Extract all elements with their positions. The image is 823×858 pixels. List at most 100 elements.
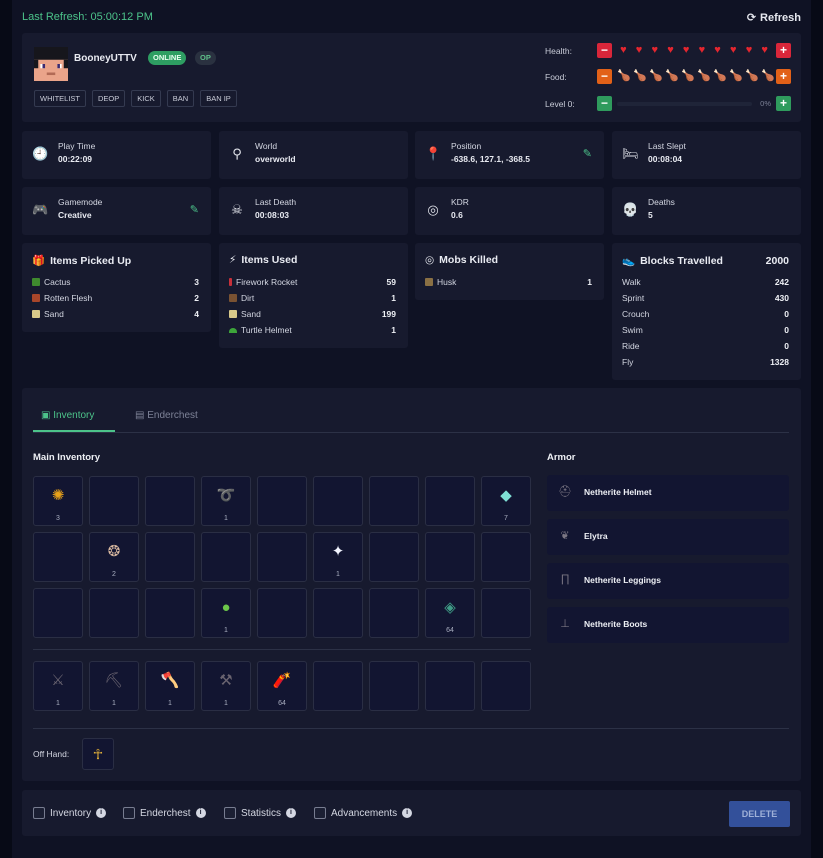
item-count: 1 [112, 700, 116, 707]
inventory-slot[interactable] [145, 532, 195, 582]
heart-icon: ♥ [620, 44, 627, 56]
xp-percent: 0% [760, 99, 771, 108]
world-card: ⚲ World overworld [219, 131, 408, 179]
nether-star-icon: ✦ [331, 543, 345, 560]
inventory-slot[interactable] [145, 476, 195, 526]
deop-button[interactable]: DEOP [92, 90, 126, 107]
item-name: Sand [241, 309, 261, 319]
item-count: 2 [194, 293, 199, 303]
level-decrease-button[interactable]: − [597, 96, 612, 111]
inventory-slot[interactable] [257, 532, 307, 582]
last-refresh-text: Last Refresh: 05:00:12 PM [22, 11, 153, 23]
player-actions: WHITELIST DEOP KICK BAN BAN IP [34, 90, 237, 107]
tab-enderchest[interactable]: ▤ Enderchest [127, 400, 206, 432]
blocks-travelled-card: 👟 Blocks Travelled 2000 Walk 242 Sprint 430… [612, 243, 801, 380]
inventory-slot[interactable]: ● 1 [201, 588, 251, 638]
delete-enderchest-checkbox[interactable]: Enderchest i [123, 807, 206, 819]
inventory-slot[interactable] [257, 588, 307, 638]
delete-button[interactable]: DELETE [729, 801, 790, 827]
food-increase-button[interactable]: + [776, 69, 791, 84]
inventory-slot[interactable]: ✦ 1 [313, 532, 363, 582]
hotbar-slot[interactable] [425, 661, 475, 711]
inventory-slot[interactable] [257, 476, 307, 526]
drumstick-icon: 🍗 [713, 70, 727, 82]
inventory-slot[interactable] [369, 476, 419, 526]
hotbar-slot[interactable] [481, 661, 531, 711]
inventory-slot[interactable]: ◈ 64 [425, 588, 475, 638]
armor-slot[interactable]: ❦ Elytra [547, 519, 789, 555]
inventory-slot[interactable] [89, 588, 139, 638]
ban-ip-button[interactable]: BAN IP [200, 90, 237, 107]
info-icon[interactable]: i [96, 808, 107, 818]
delete-advancements-checkbox[interactable]: Advancements i [314, 807, 413, 819]
armor-slot[interactable]: ⛑ Netherite Helmet [547, 475, 789, 511]
whitelist-button[interactable]: WHITELIST [34, 90, 87, 107]
map-pin-icon: 📍 [425, 146, 442, 161]
inventory-slot[interactable] [33, 532, 83, 582]
hotbar-slot[interactable]: ⚒ 1 [201, 661, 251, 711]
inventory-slot[interactable] [89, 476, 139, 526]
armor-slot[interactable]: ⊥ Netherite Boots [547, 607, 789, 643]
inventory-slot[interactable] [201, 532, 251, 582]
offhand-slot[interactable]: ☥ [82, 738, 114, 770]
inventory-slot[interactable] [369, 532, 419, 582]
delete-statistics-checkbox[interactable]: Statistics i [224, 807, 297, 819]
travel-value: 0 [784, 309, 789, 319]
item-count: 1 [168, 700, 172, 707]
travel-type: Swim [622, 325, 643, 335]
inventory-slot[interactable]: ❂ 2 [89, 532, 139, 582]
inventory-slot[interactable] [481, 532, 531, 582]
health-increase-button[interactable]: + [776, 43, 791, 58]
level-increase-button[interactable]: + [776, 96, 791, 111]
inventory-slot[interactable] [313, 588, 363, 638]
items-used-card: ⚡ Items Used Firework Rocket 59 Dirt 1 Sand… [219, 243, 408, 348]
hotbar-slot[interactable]: 🪓 1 [145, 661, 195, 711]
lightning-icon: ⚡ [229, 254, 237, 266]
health-decrease-button[interactable]: − [597, 43, 612, 58]
food-label: Food: [545, 71, 567, 82]
hotbar-slot[interactable]: ⚔ 1 [33, 661, 83, 711]
inventory-slot[interactable]: ➰ 1 [201, 476, 251, 526]
items-used-title: Items Used [241, 254, 298, 266]
blocks-travelled-title: Blocks Travelled [640, 254, 723, 267]
inventory-slot[interactable] [481, 588, 531, 638]
inventory-slot[interactable] [313, 476, 363, 526]
refresh-button[interactable]: ⟳ Refresh [747, 11, 801, 25]
location-pin-icon: ⚲ [232, 146, 242, 161]
checkbox[interactable] [123, 807, 135, 819]
heart-icon: ♥ [761, 44, 768, 56]
armor-slot[interactable]: ∏ Netherite Leggings [547, 563, 789, 599]
husk-icon [425, 278, 433, 286]
inventory-slot[interactable] [33, 588, 83, 638]
inventory-slot[interactable]: ◆ 7 [481, 476, 531, 526]
hotbar-slot[interactable]: 🧨 64 [257, 661, 307, 711]
hotbar-slot[interactable] [369, 661, 419, 711]
travel-value: 430 [774, 293, 789, 303]
inventory-slot[interactable] [369, 588, 419, 638]
item-name: Dirt [241, 293, 255, 303]
inventory-slot[interactable] [425, 532, 475, 582]
checkbox[interactable] [224, 807, 236, 819]
info-icon[interactable]: i [195, 808, 206, 818]
edit-gamemode-icon[interactable]: ✎ [190, 203, 199, 216]
checkbox[interactable] [314, 807, 326, 819]
delete-inventory-checkbox[interactable]: Inventory i [33, 807, 107, 819]
hotbar-slot[interactable] [313, 661, 363, 711]
offhand-label: Off Hand: [33, 749, 70, 759]
skull-crossbones-icon: ☠ [231, 202, 243, 217]
inventory-slot[interactable] [145, 588, 195, 638]
checkbox[interactable] [33, 807, 45, 819]
inventory-slot[interactable] [425, 476, 475, 526]
blocks-travelled-total: 2000 [765, 255, 789, 267]
edit-position-icon[interactable]: ✎ [583, 147, 592, 160]
hotbar-slot[interactable]: ⛏ 1 [89, 661, 139, 711]
tab-inventory[interactable]: ▣ Inventory [33, 400, 115, 432]
item-name: Cactus [44, 277, 71, 287]
kick-button[interactable]: KICK [131, 90, 161, 107]
ban-button[interactable]: BAN [166, 90, 195, 107]
inventory-slot[interactable]: ✺ 3 [33, 476, 83, 526]
food-decrease-button[interactable]: − [597, 69, 612, 84]
info-icon[interactable]: i [402, 808, 413, 818]
info-icon[interactable]: i [286, 808, 297, 818]
item-count: 1 [391, 325, 396, 335]
